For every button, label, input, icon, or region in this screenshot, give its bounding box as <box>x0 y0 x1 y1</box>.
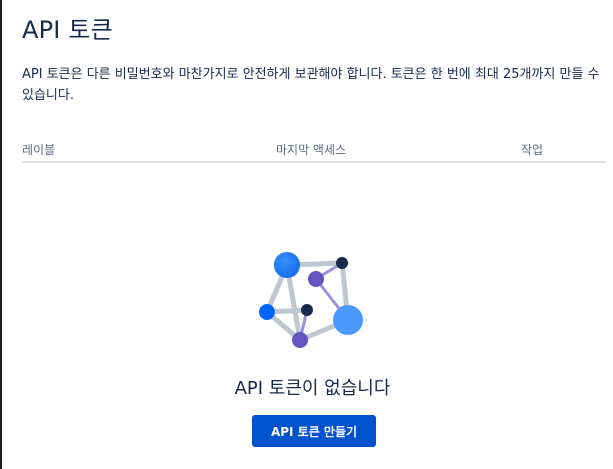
node-dark <box>336 257 348 269</box>
page-description: API 토큰은 다른 비밀번호와 마찬가지로 안전하게 보관해야 합니다. 토큰… <box>22 67 600 103</box>
node-purple-bottom <box>292 332 308 348</box>
column-header-actions: 작업 <box>521 143 544 157</box>
node-purple <box>308 271 324 287</box>
column-header-label: 레이블 <box>22 143 56 157</box>
api-tokens-page: API 토큰 API 토큰은 다른 비밀번호와 마찬가지로 안전하게 보관해야 … <box>0 0 613 469</box>
tokens-table-header: 레이블 마지막 액세스 작업 <box>22 141 606 163</box>
page-title: API 토큰 <box>22 16 113 44</box>
column-header-last-access: 마지막 액세스 <box>276 143 347 157</box>
empty-state-title: API 토큰이 없습니다 <box>234 378 391 399</box>
node-blue-small <box>259 304 275 320</box>
create-api-token-button[interactable]: API 토큰 만들기 <box>252 415 376 447</box>
network-nodes-icon <box>259 252 363 348</box>
node-dark-center <box>301 304 313 316</box>
node-light-blue <box>333 305 363 335</box>
